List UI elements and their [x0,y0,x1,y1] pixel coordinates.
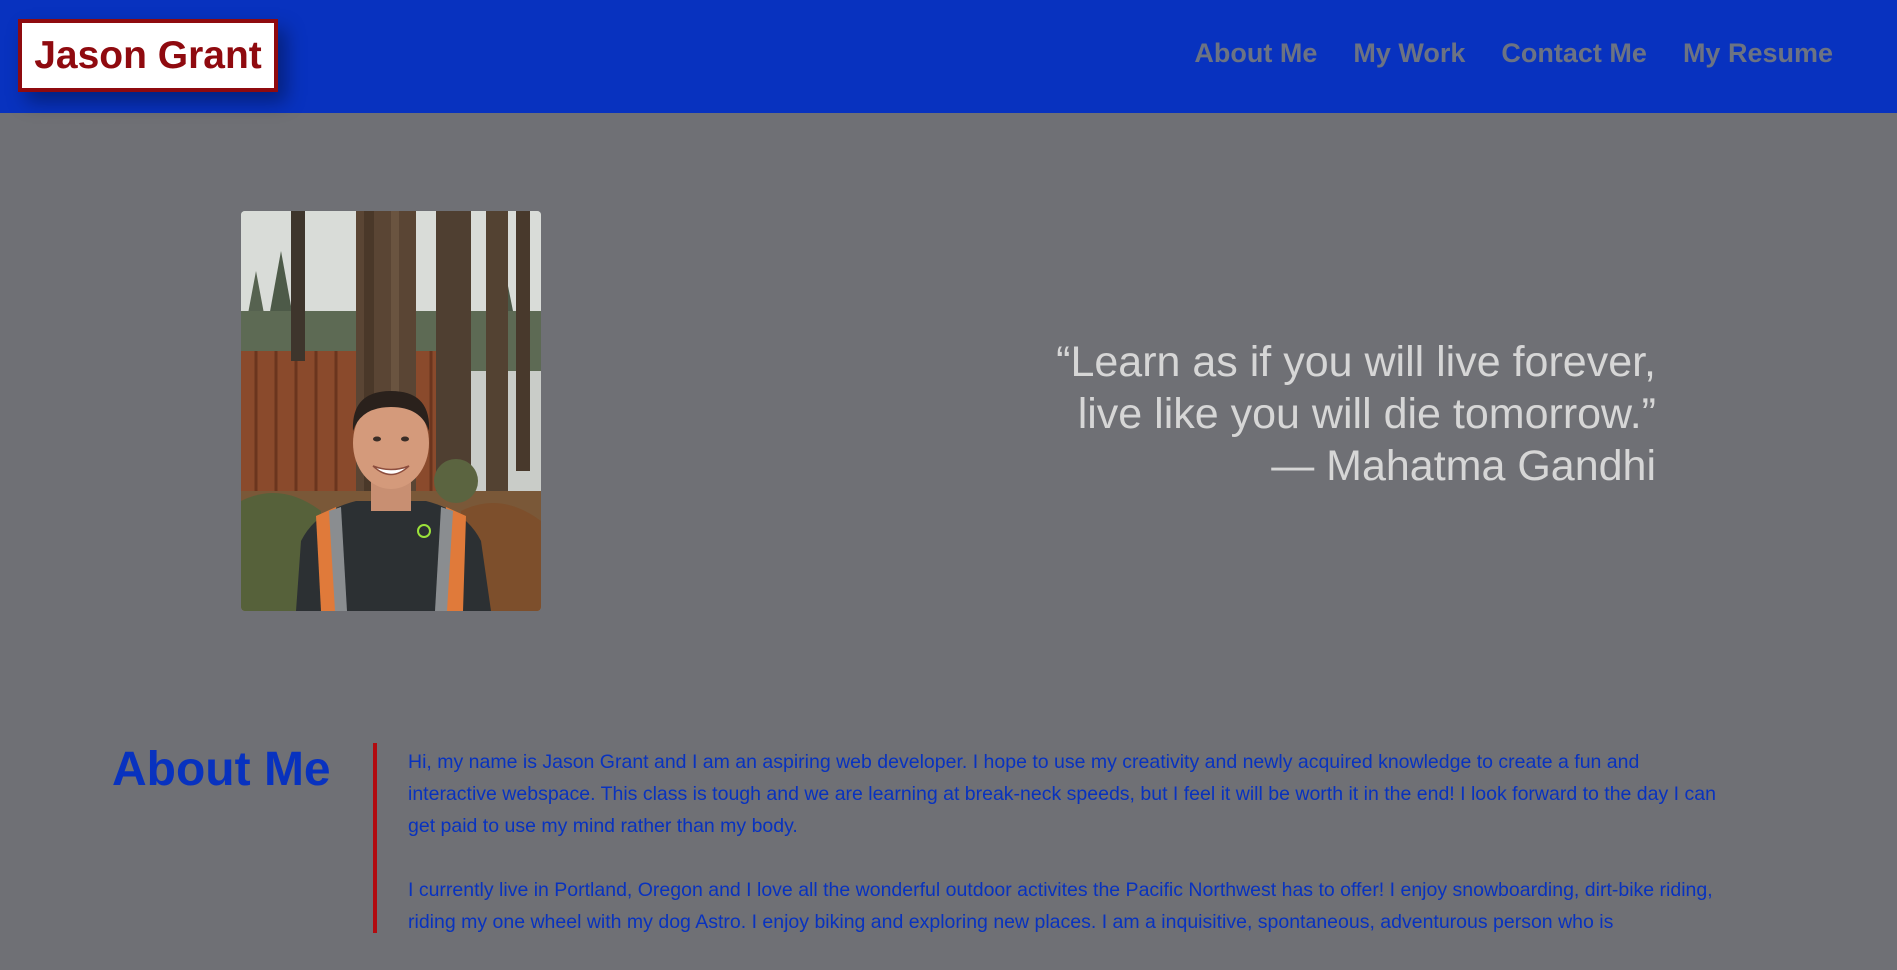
hero-quote: “Learn as if you will live forever, live… [896,336,1656,492]
about-heading: About Me [112,743,331,796]
nav-about-me[interactable]: About Me [1194,38,1317,69]
about-text: Hi, my name is Jason Grant and I am an a… [408,746,1728,970]
nav-contact-me[interactable]: Contact Me [1501,38,1647,69]
about-divider [373,743,377,933]
quote-line-2: live like you will die tomorrow.” [1077,390,1656,438]
nav-my-resume[interactable]: My Resume [1683,38,1833,69]
nav-my-work[interactable]: My Work [1353,38,1465,69]
site-logo-text: Jason Grant [34,33,262,77]
profile-photo [241,211,541,611]
site-logo[interactable]: Jason Grant [18,19,278,92]
site-header: Jason Grant About Me My Work Contact Me … [0,0,1897,113]
quote-author: — Mahatma Gandhi [1271,442,1656,490]
quote-line-1: “Learn as if you will live forever, [1056,338,1656,386]
about-paragraph-2: I currently live in Portland, Oregon and… [408,879,1713,933]
main-nav: About Me My Work Contact Me My Resume [1158,38,1833,69]
about-paragraph-1: Hi, my name is Jason Grant and I am an a… [408,751,1716,837]
